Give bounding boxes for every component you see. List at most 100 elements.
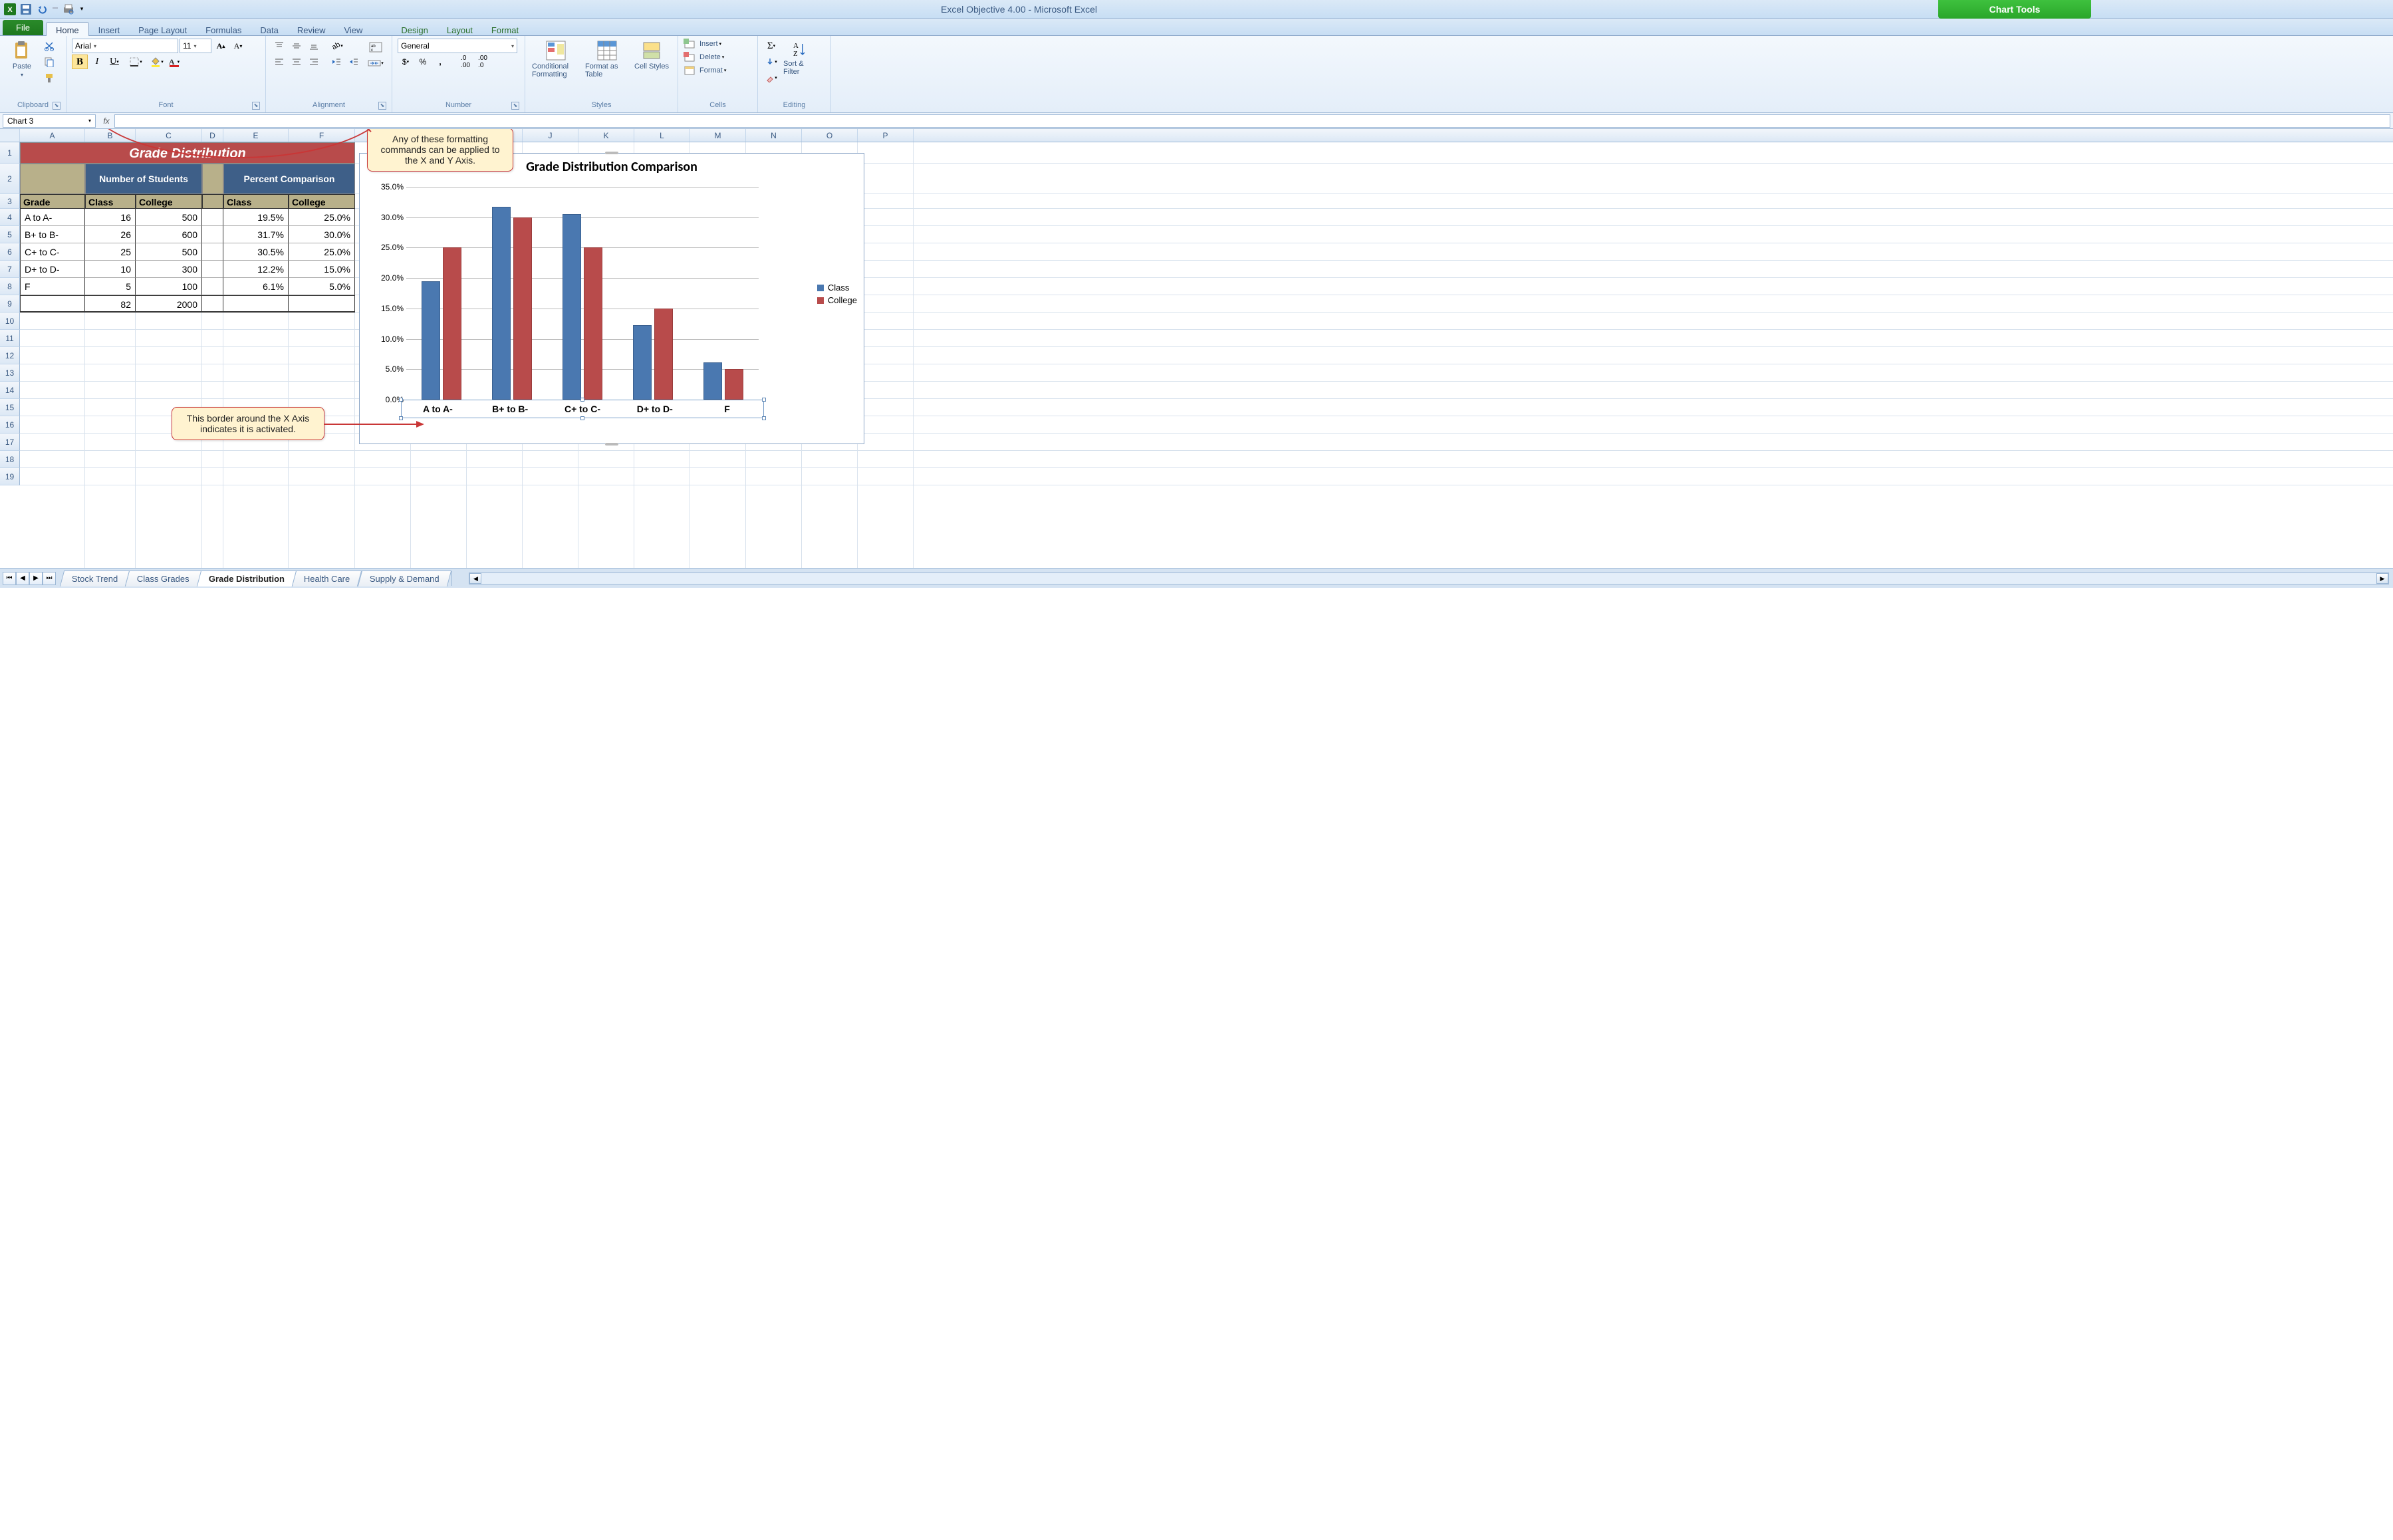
embedded-chart[interactable]: Grade Distribution Comparison 0.0%5.0%10… [359,153,864,444]
insert-cells-button[interactable]: Insert ▾ [684,39,721,49]
format-painter-icon[interactable] [41,70,57,85]
decrease-font-icon[interactable]: A▾ [230,39,246,53]
qat-dropdown-icon[interactable]: ▾ [77,2,86,17]
row-header-16[interactable]: 16 [0,416,20,434]
accounting-format-icon[interactable]: $▾ [398,55,414,69]
sheet-tab-health-care[interactable]: Health Care [292,571,362,586]
row-header-9[interactable]: 9 [0,295,20,313]
bar[interactable] [443,247,461,400]
row-header-5[interactable]: 5 [0,226,20,243]
font-color-button[interactable]: A▾ [166,55,182,69]
print-preview-icon[interactable] [61,2,76,17]
plot-area[interactable]: 0.0%5.0%10.0%15.0%20.0%25.0%30.0%35.0% [406,187,759,400]
col-header-P[interactable]: P [858,129,914,142]
col-header-C[interactable]: C [136,129,202,142]
fx-icon[interactable]: fx [98,116,114,126]
sheet-nav-prev-icon[interactable]: ◀ [16,572,29,585]
horizontal-scrollbar[interactable]: ◀ ▶ [469,573,2389,584]
delete-cells-button[interactable]: Delete ▾ [684,52,724,63]
col-header-A[interactable]: A [20,129,85,142]
legend-item[interactable]: Class [817,283,857,293]
row-header-11[interactable]: 11 [0,330,20,347]
col-header-N[interactable]: N [746,129,802,142]
underline-button[interactable]: U▾ [106,55,122,69]
legend-item[interactable]: College [817,295,857,305]
align-center-icon[interactable] [289,55,305,69]
scroll-left-icon[interactable]: ◀ [469,573,481,584]
row-header-14[interactable]: 14 [0,382,20,399]
align-left-icon[interactable] [271,55,287,69]
sheet-nav-last-icon[interactable]: ⏭ [43,572,56,585]
bar[interactable] [563,214,581,400]
sheet-tab-grade-distribution[interactable]: Grade Distribution [197,571,297,586]
save-icon[interactable] [19,2,33,17]
decrease-decimal-icon[interactable]: .00.0 [475,55,491,69]
sheet-tab-supply-demand[interactable]: Supply & Demand [357,571,451,586]
bar[interactable] [654,309,673,400]
row-header-13[interactable]: 13 [0,364,20,382]
percent-format-icon[interactable]: % [415,55,431,69]
worksheet-grid[interactable]: ABCDEFGHIJKLMNOP 12345678910111213141516… [0,129,2393,568]
col-header-B[interactable]: B [85,129,136,142]
chart-handle-bottom[interactable] [605,443,618,446]
name-box[interactable]: Chart 3▾ [3,114,96,128]
paste-button[interactable]: Paste ▾ [5,39,39,79]
align-top-icon[interactable] [271,39,287,53]
select-all-corner[interactable] [0,129,20,142]
merge-center-button[interactable]: ▾ [365,56,386,70]
fill-color-button[interactable]: ▾ [149,55,165,69]
copy-icon[interactable] [41,55,57,69]
bar[interactable] [633,325,652,400]
col-header-F[interactable]: F [289,129,355,142]
increase-decimal-icon[interactable]: .0.00 [457,55,473,69]
col-header-K[interactable]: K [578,129,634,142]
row-header-2[interactable]: 2 [0,164,20,194]
border-button[interactable]: ▾ [128,55,144,69]
font-launcher-icon[interactable]: ⬊ [252,102,260,110]
row-header-12[interactable]: 12 [0,347,20,364]
redo-icon[interactable] [51,2,60,17]
row-header-8[interactable]: 8 [0,278,20,295]
row-header-6[interactable]: 6 [0,243,20,261]
row-header-1[interactable]: 1 [0,142,20,164]
row-header-4[interactable]: 4 [0,209,20,226]
conditional-formatting-button[interactable]: Conditional Formatting [531,39,581,80]
formula-input[interactable] [114,114,2390,128]
col-header-D[interactable]: D [202,129,223,142]
number-launcher-icon[interactable]: ⬊ [511,102,519,110]
fill-icon[interactable]: ▾ [763,55,779,69]
bar[interactable] [513,217,532,400]
col-header-O[interactable]: O [802,129,858,142]
cell-styles-button[interactable]: Cell Styles [633,39,670,72]
increase-font-icon[interactable]: A▴ [213,39,229,53]
row-header-19[interactable]: 19 [0,468,20,485]
clipboard-launcher-icon[interactable]: ⬊ [53,102,61,110]
sheet-nav-first-icon[interactable]: ⏮ [3,572,16,585]
sort-filter-button[interactable]: AZSort & Filter [782,39,818,77]
font-size-combo[interactable]: 11▾ [180,39,211,53]
cut-icon[interactable] [41,39,57,53]
chart-legend[interactable]: Class College [817,280,857,308]
bar[interactable] [584,247,602,400]
undo-icon[interactable] [35,2,49,17]
tab-splitter[interactable] [451,571,465,586]
autosum-icon[interactable]: Σ▾ [763,39,779,53]
format-as-table-button[interactable]: Format as Table [584,39,630,80]
sheet-tab-stock-trend[interactable]: Stock Trend [60,571,130,586]
row-header-15[interactable]: 15 [0,399,20,416]
align-right-icon[interactable] [306,55,322,69]
number-format-combo[interactable]: General▾ [398,39,517,53]
bar[interactable] [725,369,743,400]
row-header-18[interactable]: 18 [0,451,20,468]
row-header-10[interactable]: 10 [0,313,20,330]
bar[interactable] [703,362,722,400]
comma-format-icon[interactable]: , [432,55,448,69]
alignment-launcher-icon[interactable]: ⬊ [378,102,386,110]
col-header-M[interactable]: M [690,129,746,142]
bar[interactable] [422,281,440,400]
col-header-E[interactable]: E [223,129,289,142]
col-header-J[interactable]: J [523,129,578,142]
sheet-nav-next-icon[interactable]: ▶ [29,572,43,585]
row-header-7[interactable]: 7 [0,261,20,278]
file-tab[interactable]: File [3,20,43,35]
